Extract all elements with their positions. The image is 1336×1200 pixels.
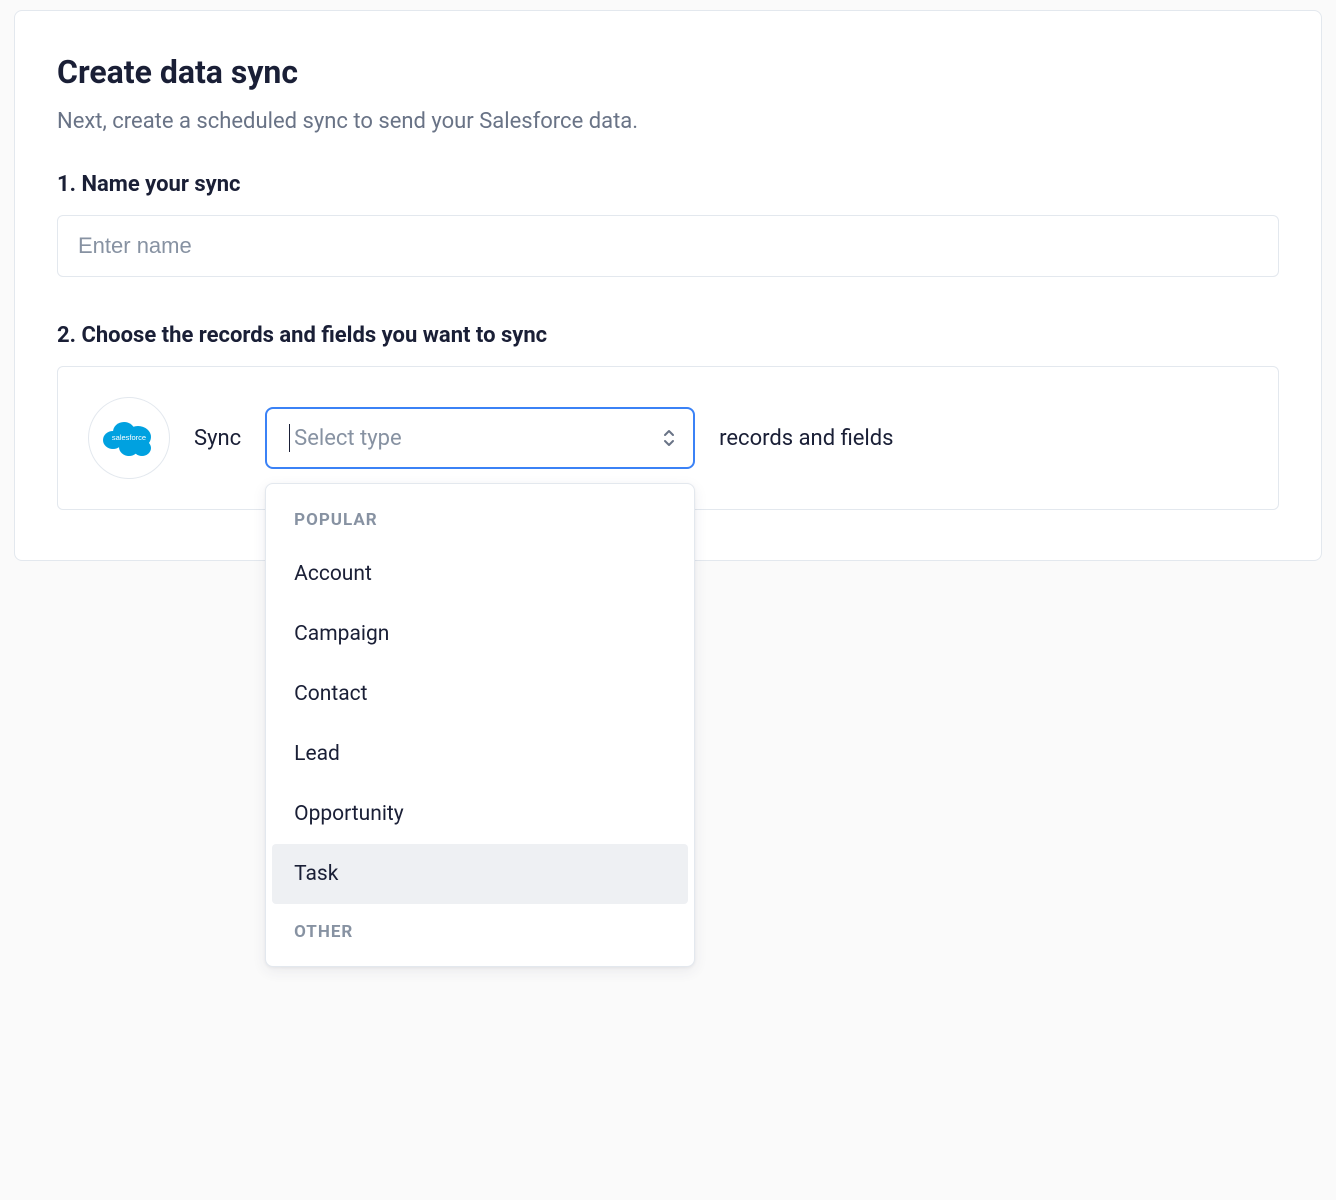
records-config-box: salesforce Sync Select type [57,366,1279,510]
salesforce-logo: salesforce [88,397,170,479]
text-cursor [289,424,290,452]
sync-name-input[interactable] [57,215,1279,277]
option-opportunity[interactable]: Opportunity [272,784,688,844]
step2-label: 2. Choose the records and fields you wan… [57,323,1279,348]
dropdown-group-popular: POPULAR [272,492,688,544]
dropdown-group-other: OTHER [272,904,688,956]
sync-suffix-text: records and fields [719,426,893,451]
record-type-select[interactable]: Select type [265,407,695,469]
option-lead[interactable]: Lead [272,724,688,784]
option-campaign[interactable]: Campaign [272,604,688,664]
step1-label: 1. Name your sync [57,172,1279,197]
sync-prefix-text: Sync [194,426,241,451]
option-task[interactable]: Task [272,844,688,904]
record-type-dropdown: POPULAR Account Campaign Contact Lead Op… [265,483,695,967]
record-type-select-wrap: Select type POPULAR Account Campaign Co [265,407,695,469]
option-contact[interactable]: Contact [272,664,688,724]
option-account[interactable]: Account [272,544,688,604]
select-caret-icon [645,409,693,467]
salesforce-icon: salesforce [102,418,156,458]
salesforce-icon-text: salesforce [112,433,146,442]
page-title: Create data sync [57,53,1279,91]
select-placeholder-text: Select type [294,426,402,451]
page-subtitle: Next, create a scheduled sync to send yo… [57,109,1279,134]
create-sync-card: Create data sync Next, create a schedule… [14,10,1322,561]
